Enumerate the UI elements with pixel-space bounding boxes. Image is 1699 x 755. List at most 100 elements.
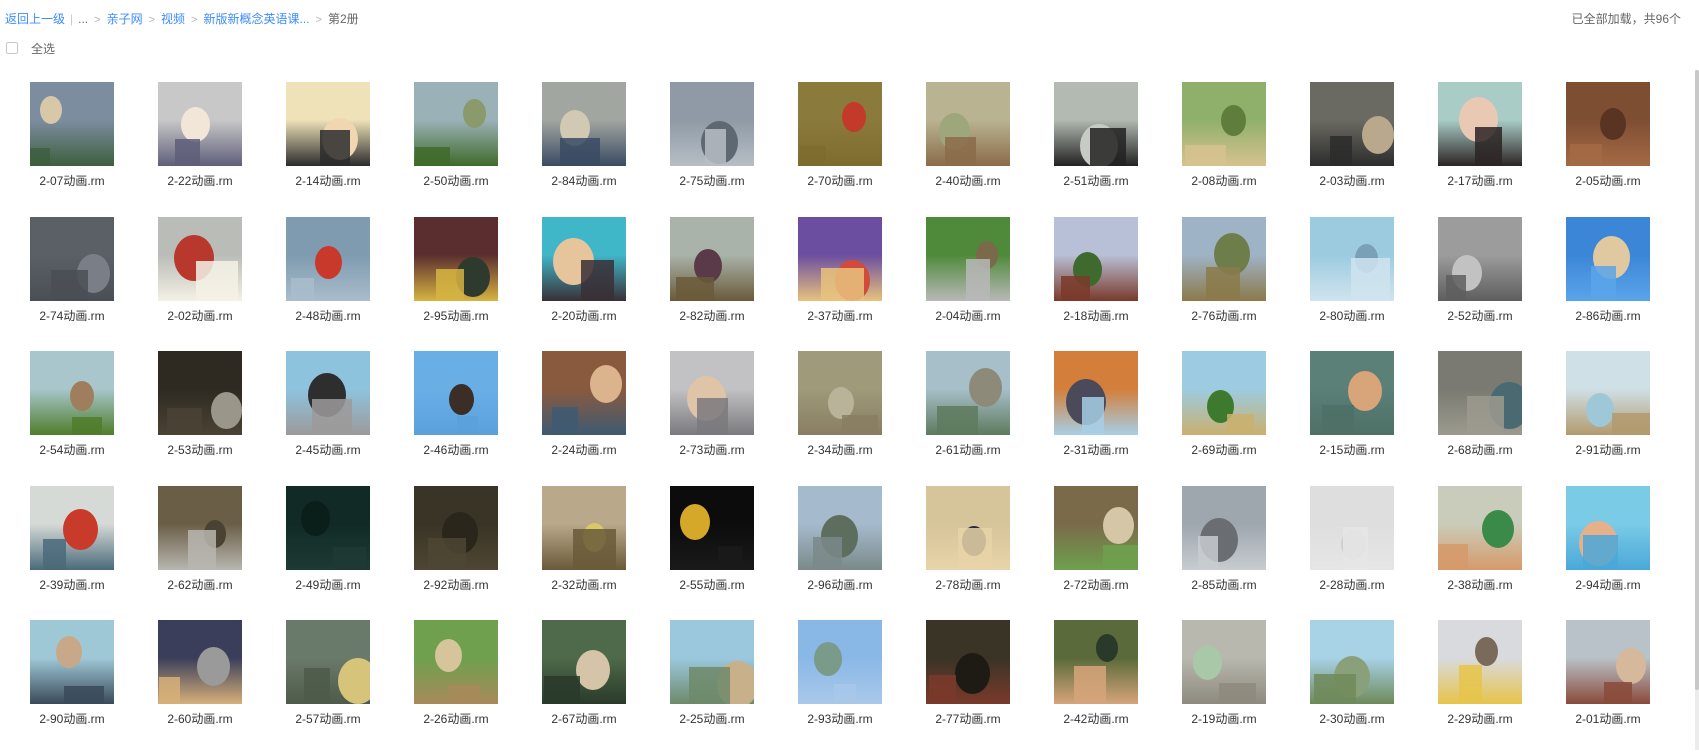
video-thumbnail[interactable]	[414, 82, 498, 166]
file-name[interactable]: 2-69动画.rm	[1191, 443, 1256, 458]
file-name[interactable]: 2-22动画.rm	[167, 174, 232, 189]
file-item[interactable]: 2-14动画.rm	[271, 82, 399, 217]
video-thumbnail[interactable]	[926, 216, 1010, 301]
file-item[interactable]: 2-92动画.rm	[399, 485, 527, 621]
video-thumbnail[interactable]	[1566, 485, 1650, 570]
file-name[interactable]: 2-25动画.rm	[679, 712, 744, 727]
video-thumbnail[interactable]	[1310, 485, 1394, 570]
file-item[interactable]: 2-22动画.rm	[143, 82, 271, 217]
file-name[interactable]: 2-04动画.rm	[935, 309, 1000, 324]
video-thumbnail[interactable]	[542, 351, 626, 435]
file-item[interactable]: 2-70动画.rm	[783, 82, 911, 217]
video-thumbnail[interactable]	[1566, 620, 1650, 704]
video-thumbnail[interactable]	[798, 82, 882, 166]
video-thumbnail[interactable]	[30, 485, 114, 570]
file-item[interactable]: 2-18动画.rm	[1039, 216, 1167, 352]
video-thumbnail[interactable]	[1310, 216, 1394, 301]
video-thumbnail[interactable]	[1054, 82, 1138, 166]
file-item[interactable]: 2-28动画.rm	[1295, 485, 1423, 621]
file-name[interactable]: 2-85动画.rm	[1191, 578, 1256, 593]
file-name[interactable]: 2-78动画.rm	[935, 578, 1000, 593]
file-item[interactable]: 2-19动画.rm	[1167, 620, 1295, 755]
file-item[interactable]: 2-08动画.rm	[1167, 82, 1295, 217]
file-name[interactable]: 2-49动画.rm	[295, 578, 360, 593]
file-name[interactable]: 2-31动画.rm	[1063, 443, 1128, 458]
video-thumbnail[interactable]	[286, 351, 370, 435]
file-name[interactable]: 2-68动画.rm	[1447, 443, 1512, 458]
video-thumbnail[interactable]	[926, 351, 1010, 435]
file-item[interactable]: 2-86动画.rm	[1551, 216, 1679, 352]
file-name[interactable]: 2-15动画.rm	[1319, 443, 1384, 458]
file-name[interactable]: 2-51动画.rm	[1063, 174, 1128, 189]
file-item[interactable]: 2-32动画.rm	[527, 485, 655, 621]
file-name[interactable]: 2-39动画.rm	[39, 578, 104, 593]
video-thumbnail[interactable]	[158, 485, 242, 570]
video-thumbnail[interactable]	[670, 216, 754, 301]
select-all-checkbox[interactable]	[6, 42, 18, 54]
file-item[interactable]: 2-03动画.rm	[1295, 82, 1423, 217]
file-name[interactable]: 2-91动画.rm	[1575, 443, 1640, 458]
file-item[interactable]: 2-15动画.rm	[1295, 351, 1423, 486]
file-item[interactable]: 2-76动画.rm	[1167, 216, 1295, 352]
file-item[interactable]: 2-94动画.rm	[1551, 485, 1679, 621]
video-thumbnail[interactable]	[1054, 485, 1138, 570]
video-thumbnail[interactable]	[670, 82, 754, 166]
video-thumbnail[interactable]	[1566, 216, 1650, 301]
file-item[interactable]: 2-26动画.rm	[399, 620, 527, 755]
file-name[interactable]: 2-76动画.rm	[1191, 309, 1256, 324]
video-thumbnail[interactable]	[1438, 485, 1522, 570]
file-name[interactable]: 2-38动画.rm	[1447, 578, 1512, 593]
video-thumbnail[interactable]	[286, 620, 370, 704]
video-thumbnail[interactable]	[1438, 351, 1522, 435]
video-thumbnail[interactable]	[798, 216, 882, 301]
video-thumbnail[interactable]	[670, 620, 754, 704]
file-item[interactable]: 2-34动画.rm	[783, 351, 911, 486]
file-name[interactable]: 2-70动画.rm	[807, 174, 872, 189]
video-thumbnail[interactable]	[1182, 485, 1266, 570]
file-item[interactable]: 2-38动画.rm	[1423, 485, 1551, 621]
file-item[interactable]: 2-82动画.rm	[655, 216, 783, 352]
file-name[interactable]: 2-30动画.rm	[1319, 712, 1384, 727]
file-item[interactable]: 2-07动画.rm	[15, 82, 143, 217]
file-item[interactable]: 2-02动画.rm	[143, 216, 271, 352]
video-thumbnail[interactable]	[1182, 351, 1266, 435]
video-thumbnail[interactable]	[542, 485, 626, 570]
file-name[interactable]: 2-53动画.rm	[167, 443, 232, 458]
file-name[interactable]: 2-28动画.rm	[1319, 578, 1384, 593]
file-name[interactable]: 2-50动画.rm	[423, 174, 488, 189]
file-name[interactable]: 2-37动画.rm	[807, 309, 872, 324]
video-thumbnail[interactable]	[158, 216, 242, 301]
video-thumbnail[interactable]	[1438, 82, 1522, 166]
file-name[interactable]: 2-17动画.rm	[1447, 174, 1512, 189]
file-name[interactable]: 2-34动画.rm	[807, 443, 872, 458]
file-name[interactable]: 2-45动画.rm	[295, 443, 360, 458]
file-name[interactable]: 2-75动画.rm	[679, 174, 744, 189]
video-thumbnail[interactable]	[1054, 216, 1138, 301]
file-item[interactable]: 2-78动画.rm	[911, 485, 1039, 621]
file-item[interactable]: 2-04动画.rm	[911, 216, 1039, 352]
file-name[interactable]: 2-86动画.rm	[1575, 309, 1640, 324]
file-item[interactable]: 2-84动画.rm	[527, 82, 655, 217]
file-item[interactable]: 2-52动画.rm	[1423, 216, 1551, 352]
file-name[interactable]: 2-80动画.rm	[1319, 309, 1384, 324]
file-item[interactable]: 2-31动画.rm	[1039, 351, 1167, 486]
video-thumbnail[interactable]	[542, 620, 626, 704]
file-item[interactable]: 2-29动画.rm	[1423, 620, 1551, 755]
file-name[interactable]: 2-61动画.rm	[935, 443, 1000, 458]
file-item[interactable]: 2-95动画.rm	[399, 216, 527, 352]
breadcrumb-item-qinziwang[interactable]: 亲子网	[107, 12, 143, 26]
file-item[interactable]: 2-54动画.rm	[15, 351, 143, 486]
breadcrumb-item-video[interactable]: 视频	[161, 12, 185, 26]
file-name[interactable]: 2-14动画.rm	[295, 174, 360, 189]
file-item[interactable]: 2-93动画.rm	[783, 620, 911, 755]
file-name[interactable]: 2-01动画.rm	[1575, 712, 1640, 727]
file-name[interactable]: 2-03动画.rm	[1319, 174, 1384, 189]
file-name[interactable]: 2-40动画.rm	[935, 174, 1000, 189]
file-item[interactable]: 2-20动画.rm	[527, 216, 655, 352]
file-item[interactable]: 2-39动画.rm	[15, 485, 143, 621]
breadcrumb-item-course[interactable]: 新版新概念英语课...	[204, 12, 310, 26]
file-item[interactable]: 2-77动画.rm	[911, 620, 1039, 755]
video-thumbnail[interactable]	[798, 620, 882, 704]
video-thumbnail[interactable]	[1182, 82, 1266, 166]
video-thumbnail[interactable]	[414, 351, 498, 435]
